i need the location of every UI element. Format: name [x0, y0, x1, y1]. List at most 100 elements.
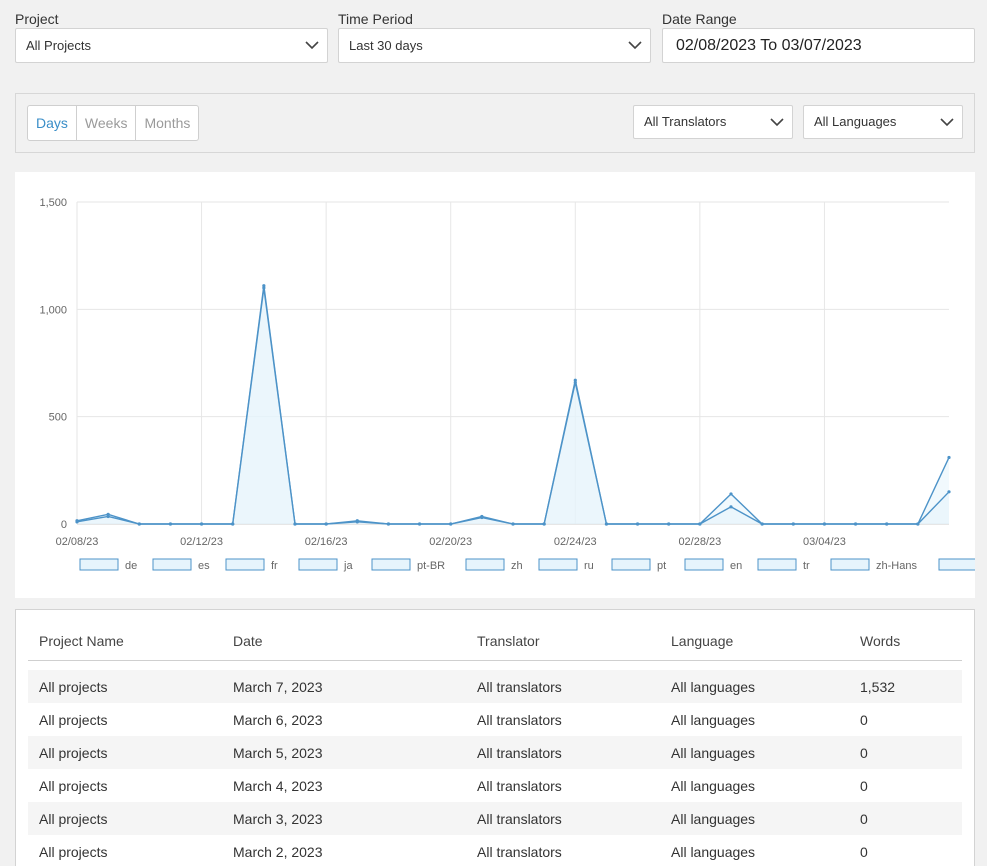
cell-project: All projects	[39, 711, 108, 728]
data-point	[729, 505, 733, 509]
legend-label: ja	[343, 560, 353, 572]
legend-label: tr	[803, 560, 810, 572]
period-select-value: Last 30 days	[349, 38, 423, 53]
y-tick-label: 0	[61, 519, 67, 531]
chevron-down-icon	[620, 29, 650, 62]
table-spacer-cell	[28, 660, 962, 670]
data-point	[760, 522, 764, 526]
column-header-date[interactable]: Date	[222, 622, 466, 661]
x-tick-label: 03/04/23	[803, 536, 846, 548]
legend-swatch	[371, 558, 411, 571]
x-tick-label: 02/16/23	[305, 536, 348, 548]
weeks-button[interactable]: Weeks	[77, 106, 137, 140]
legend-swatch	[938, 558, 975, 571]
x-tick-label: 02/12/23	[180, 536, 223, 548]
column-header-translator[interactable]: Translator	[466, 622, 660, 661]
data-point	[324, 522, 328, 526]
cell-words: 0	[860, 711, 868, 728]
y-tick-label: 500	[49, 412, 67, 424]
data-point	[199, 522, 204, 526]
data-point	[947, 455, 951, 460]
cell-words: 0	[849, 736, 962, 769]
cell-words: 0	[849, 802, 962, 835]
months-button[interactable]: Months	[136, 106, 198, 140]
languages-select[interactable]: All Languages	[803, 105, 963, 139]
legend-label: zh-Hans	[876, 560, 917, 572]
translators-select-value: All Translators	[644, 114, 727, 129]
legend-label: fr	[271, 560, 278, 572]
data-point	[449, 522, 453, 526]
series-area	[77, 287, 949, 524]
cell-language: All languages	[660, 802, 849, 835]
cell-project: All projects	[39, 843, 108, 860]
cell-words: 0	[860, 777, 868, 794]
data-point	[698, 522, 702, 526]
date-range-label: Date Range	[662, 11, 737, 27]
languages-select-value: All Languages	[814, 114, 897, 129]
legend-swatch	[225, 558, 265, 571]
cell-date: March 6, 2023	[233, 711, 323, 728]
chevron-down-icon	[932, 106, 962, 138]
days-button[interactable]: Days	[28, 106, 77, 140]
translators-select[interactable]: All Translators	[633, 105, 793, 139]
cell-date: March 5, 2023	[222, 736, 466, 769]
data-point	[386, 522, 391, 526]
legend-swatch	[298, 558, 338, 571]
cell-date: March 7, 2023	[222, 670, 466, 703]
project-select[interactable]: All Projects	[15, 28, 328, 63]
data-point	[947, 490, 951, 494]
table-row: All projects March 6, 2023 All translators…	[28, 703, 962, 736]
x-tick-label: 02/28/23	[678, 536, 721, 548]
legend-label: en	[730, 560, 742, 572]
cell-project: All projects	[28, 736, 222, 769]
data-point	[417, 522, 422, 526]
date-range-filter: Date Range 02/08/2023 To 03/07/2023	[662, 10, 975, 63]
data-point	[137, 522, 141, 526]
column-header-project[interactable]: Project Name	[28, 622, 222, 661]
project-filter: Project All Projects	[15, 10, 328, 63]
cell-translator: All translators	[477, 711, 562, 728]
data-point	[231, 522, 235, 526]
table-row: All projects March 4, 2023 All translators…	[28, 769, 962, 802]
period-select[interactable]: Last 30 days	[338, 28, 651, 63]
cell-language: All languages	[660, 670, 849, 703]
date-range-input[interactable]: 02/08/2023 To 03/07/2023	[662, 28, 975, 63]
legend-label: zh	[511, 560, 523, 572]
legend-swatch	[538, 558, 578, 571]
cell-date: March 4, 2023	[233, 777, 323, 794]
data-point	[916, 522, 920, 526]
cell-language: All languages	[671, 777, 756, 794]
chevron-down-icon	[762, 106, 792, 138]
data-point	[542, 522, 546, 526]
project-select-value: All Projects	[26, 38, 92, 53]
cell-words: 0	[860, 843, 868, 860]
data-point	[573, 380, 577, 384]
y-tick-label: 1,000	[39, 304, 67, 316]
data-point	[262, 286, 266, 290]
series-area	[77, 285, 949, 524]
y-tick-label: 1,500	[39, 197, 67, 209]
period-filter: Time Period Last 30 days	[338, 10, 651, 63]
cell-project: All projects	[28, 670, 222, 703]
data-point	[75, 520, 79, 524]
cell-translator: All translators	[477, 777, 562, 794]
legend-swatch	[79, 558, 119, 571]
legend-swatch	[465, 558, 505, 571]
chart-toolbar: Days Weeks Months All Translators All La…	[15, 93, 975, 153]
cell-language: All languages	[671, 843, 756, 860]
data-point	[355, 520, 359, 524]
column-header-language[interactable]: Language	[660, 622, 849, 661]
legend-swatch	[757, 558, 797, 571]
column-header-words[interactable]: Words	[849, 622, 962, 661]
period-label: Time Period	[338, 11, 413, 27]
series-line	[76, 285, 950, 525]
data-point	[604, 522, 609, 526]
granularity-toggle: Days Weeks Months	[27, 105, 200, 141]
cell-translator: All translators	[477, 843, 562, 860]
legend-swatch	[611, 558, 651, 571]
legend-label: de	[125, 560, 137, 572]
words-table: Project Name Date Translator Language Wo…	[28, 622, 962, 866]
cell-words: 1,532	[849, 670, 962, 703]
data-point	[791, 522, 795, 526]
words-table-panel: Project Name Date Translator Language Wo…	[15, 609, 975, 866]
